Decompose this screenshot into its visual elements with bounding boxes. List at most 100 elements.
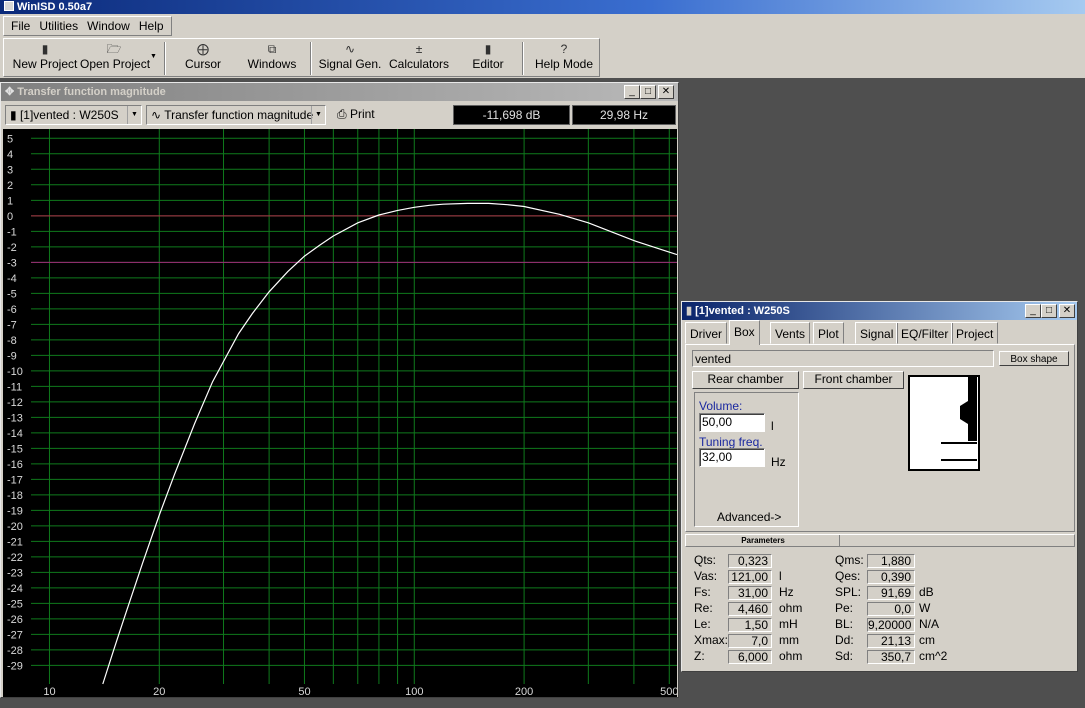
windows-label: Windows	[247, 57, 297, 71]
y-tick-label: -22	[7, 552, 23, 564]
tab-project[interactable]: Project	[951, 322, 999, 344]
param-value-qts: 0,323	[728, 554, 772, 568]
y-tick-label: -28	[7, 645, 23, 657]
cursor-crosshair-icon: ⨁	[197, 42, 209, 56]
y-tick-label: -10	[7, 366, 23, 378]
cursor-button[interactable]: ⨁ Cursor	[174, 41, 232, 75]
menu-file[interactable]: File	[8, 17, 33, 35]
cursor-hz-readout: 29,98 Hz	[572, 105, 676, 125]
windows-button[interactable]: ⧉ Windows	[242, 41, 302, 75]
param-unit-fs: Hz	[779, 585, 794, 599]
param-label-vas: Vas:	[694, 569, 718, 583]
open-project-button[interactable]: 🗁 Open Project	[80, 41, 150, 75]
param-label-dd: Dd:	[835, 633, 854, 647]
menu-band: File Utilities Window Help	[3, 16, 172, 36]
param-value-sd: 350,7	[867, 650, 915, 664]
editor-label: Editor	[472, 57, 504, 71]
tuning-freq-input[interactable]: 32,00	[699, 448, 765, 467]
x-tick-label: 100	[405, 686, 423, 697]
param-value-fs: 31,00	[728, 586, 772, 600]
param-label-qms: Qms:	[835, 553, 864, 567]
tab-eq-filter[interactable]: EQ/Filter	[896, 322, 954, 344]
minimize-button[interactable]: _	[1025, 304, 1041, 318]
box-title-bar[interactable]: ▮ [1]vented : W250S _ □ ✕	[682, 302, 1077, 320]
graph-type-select[interactable]: ∿ Transfer function magnitude ▼	[146, 105, 326, 125]
y-tick-label: -14	[7, 428, 23, 440]
help-mode-label: Help Mode	[534, 57, 594, 71]
printer-icon: ⎙	[337, 107, 347, 121]
param-unit-vas: l	[779, 569, 782, 583]
param-unit-z: ohm	[779, 649, 803, 663]
volume-input[interactable]: 50,00	[699, 413, 765, 432]
y-tick-label: -16	[7, 459, 23, 471]
param-unit-bl: N/A	[919, 617, 940, 631]
project-icon: ▮	[10, 108, 17, 122]
help-question-icon: ?	[560, 42, 568, 56]
box-diagram	[908, 375, 980, 471]
box-type-field[interactable]: vented	[692, 350, 994, 367]
tab-plot[interactable]: Plot	[813, 322, 844, 344]
open-project-dropdown[interactable]: ▼	[150, 53, 157, 60]
x-tick-label: 20	[153, 686, 165, 697]
y-tick-label: 3	[7, 164, 13, 176]
new-project-button[interactable]: ▮ New Project	[12, 41, 78, 75]
signal-gen-button[interactable]: ∿ Signal Gen.	[318, 41, 382, 75]
y-tick-label: -17	[7, 474, 23, 486]
y-tick-label: -20	[7, 521, 23, 533]
menu-utilities[interactable]: Utilities	[36, 17, 81, 35]
minimize-button[interactable]: _	[624, 85, 640, 99]
toolbar-separator	[522, 42, 524, 75]
close-button[interactable]: ✕	[1059, 304, 1075, 318]
y-tick-label: -18	[7, 490, 23, 502]
y-tick-label: -21	[7, 536, 23, 548]
param-value-bl: 9,20000	[867, 618, 915, 632]
menu-bar: File Utilities Window Help	[0, 14, 1085, 38]
tab-driver[interactable]: Driver	[685, 322, 727, 344]
front-chamber-button[interactable]: Front chamber	[803, 371, 904, 389]
menu-window[interactable]: Window	[84, 17, 133, 35]
signal-gen-label: Signal Gen.	[318, 57, 382, 71]
tab-vents[interactable]: Vents	[770, 322, 811, 344]
close-button[interactable]: ✕	[658, 85, 674, 99]
sine-wave-icon: ∿	[151, 108, 162, 122]
chevron-down-icon[interactable]: ▼	[311, 106, 325, 124]
tuning-freq-label: Tuning freq.	[699, 435, 763, 449]
y-tick-label: -23	[7, 567, 23, 579]
cursor-db-readout: -11,698 dB	[453, 105, 570, 125]
param-value-dd: 21,13	[867, 634, 915, 648]
y-tick-label: 5	[7, 133, 13, 145]
x-tick-label: 50	[298, 686, 310, 697]
rear-chamber-button[interactable]: Rear chamber	[692, 371, 799, 389]
param-unit-sd: cm^2	[919, 649, 948, 663]
plot-area[interactable]: 5 4 3 2 1 0 -1 -2 -3 -4 -5 -6 -7 -8 -9 -10 -11 -12 -13 -14-…	[3, 129, 677, 697]
toolbar-separator	[310, 42, 312, 75]
tab-signal[interactable]: Signal	[855, 322, 899, 344]
y-tick-label: -8	[7, 335, 17, 347]
help-mode-button[interactable]: ? Help Mode	[532, 41, 596, 75]
param-label-pe: Pe:	[835, 601, 854, 615]
transfer-function-chart[interactable]: 543210-1-2-3-4-5-6-7-8-9-10-11-12-13-14-…	[3, 129, 677, 697]
tab-box[interactable]: Box	[729, 320, 760, 345]
chevron-down-icon[interactable]: ▼	[127, 106, 141, 124]
tf-title-bar[interactable]: ✥ Transfer function magnitude _ □ ✕	[1, 83, 678, 101]
maximize-button[interactable]: □	[640, 85, 656, 99]
param-unit-dd: cm	[919, 633, 935, 647]
volume-label: Volume:	[699, 399, 743, 413]
param-label-bl: BL:	[835, 617, 854, 631]
parameters-header: Parameters	[685, 534, 1075, 547]
param-label-le: Le:	[694, 617, 711, 631]
print-button[interactable]: ⎙ Print	[334, 106, 382, 124]
advanced-button[interactable]: Advanced->	[717, 510, 781, 524]
y-tick-label: 1	[7, 195, 13, 207]
volume-unit: l	[771, 419, 774, 433]
rear-chamber-panel: Volume: 50,00 l Tuning freq. 32,00 Hz Ad…	[694, 392, 799, 527]
box-shape-button[interactable]: Box shape	[999, 351, 1069, 366]
project-select[interactable]: ▮ [1]vented : W250S ▼	[5, 105, 142, 125]
editor-button[interactable]: ▮ Editor	[462, 41, 514, 75]
toolbar-separator	[164, 42, 166, 75]
maximize-button[interactable]: □	[1041, 304, 1057, 318]
param-value-qes: 0,390	[867, 570, 915, 584]
y-tick-label: -2	[7, 242, 17, 254]
calculators-button[interactable]: ± Calculators	[388, 41, 450, 75]
menu-help[interactable]: Help	[136, 17, 167, 35]
